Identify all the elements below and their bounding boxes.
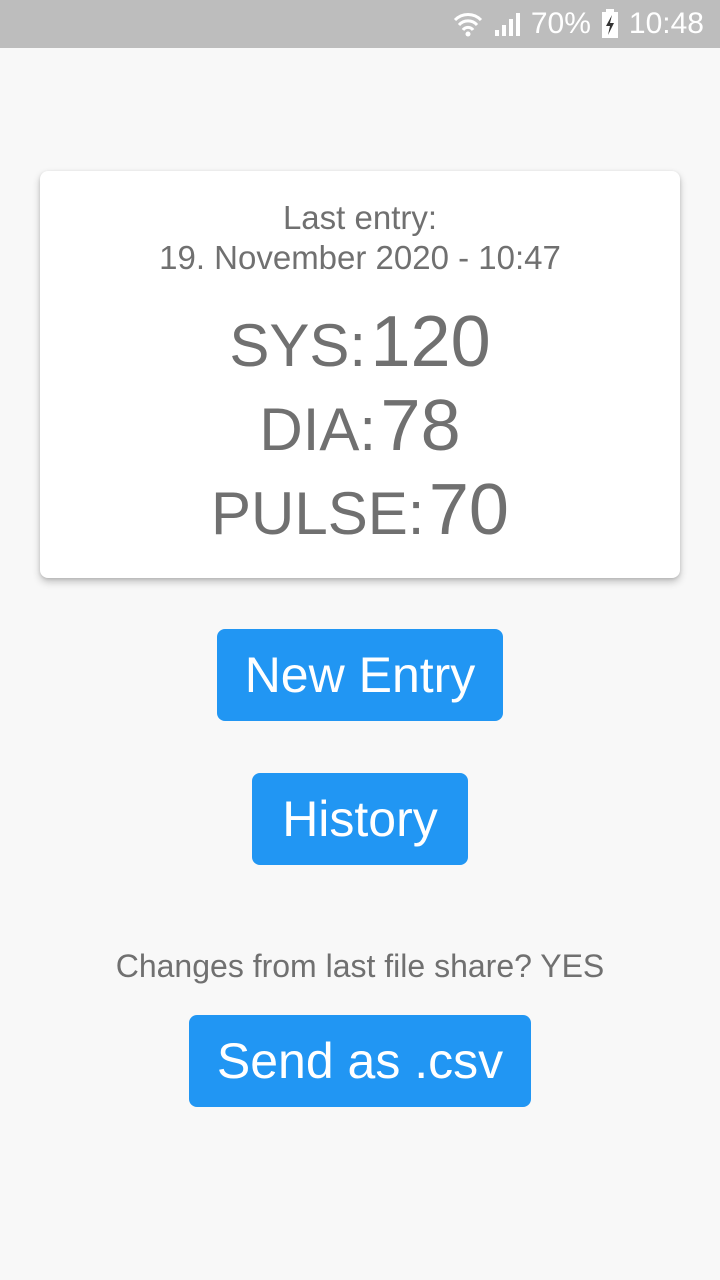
pulse-label: PULSE: (211, 480, 425, 547)
dia-value: 78 (380, 386, 461, 466)
wifi-icon (453, 10, 483, 38)
new-entry-button[interactable]: New Entry (217, 629, 503, 721)
history-button[interactable]: History (252, 773, 468, 865)
status-bar: 70% 10:48 (0, 0, 720, 48)
battery-charging-icon (601, 9, 619, 39)
signal-icon (493, 10, 521, 38)
pulse-value: 70 (428, 470, 509, 550)
sys-value: 120 (370, 302, 491, 382)
last-entry-label: Last entry: (282, 199, 438, 236)
sys-label: SYS: (229, 312, 367, 379)
dia-reading: DIA: 78 (40, 385, 680, 467)
battery-percent: 70% (530, 7, 591, 40)
share-status-text: Changes from last file share? YES (115, 948, 605, 984)
dia-label: DIA: (259, 396, 377, 463)
pulse-reading: PULSE: 70 (40, 469, 680, 551)
last-entry-card: Last entry: 19. November 2020 - 10:47 SY… (40, 171, 680, 578)
status-time: 10:48 (628, 7, 704, 40)
last-entry-datetime: 19. November 2020 - 10:47 (159, 239, 561, 276)
send-csv-button[interactable]: Send as .csv (189, 1015, 531, 1107)
sys-reading: SYS: 120 (40, 301, 680, 383)
